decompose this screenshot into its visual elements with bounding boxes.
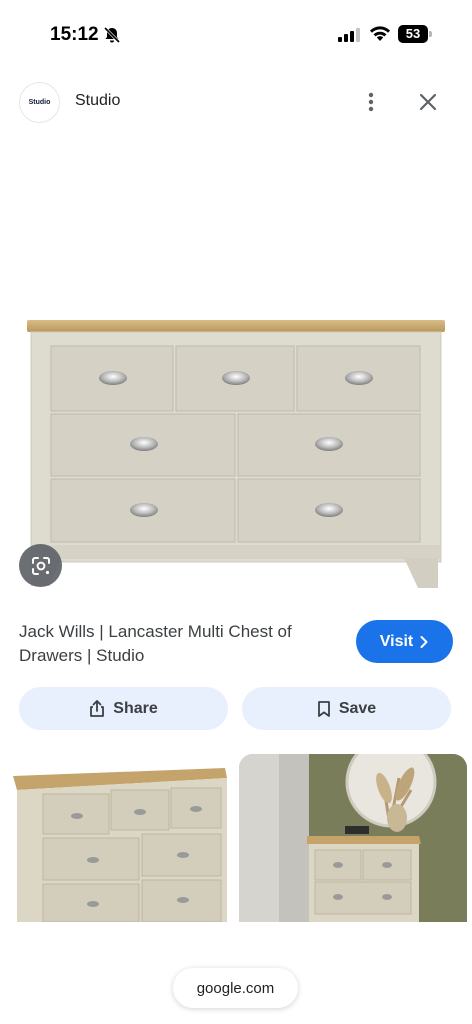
save-label: Save [338,699,377,717]
source-name[interactable]: Studio [75,92,120,110]
visit-label: Visit [379,632,414,650]
visit-button[interactable]: Visit [356,620,453,663]
lens-search-button[interactable] [19,544,62,587]
battery-icon: 53 [398,25,432,43]
share-label: Share [113,699,158,717]
viewer-header: Studio Studio [0,80,472,124]
source-logo-text: Studio [28,99,51,106]
source-logo[interactable]: Studio [19,82,60,123]
related-image-1-picture [13,768,227,922]
product-image[interactable] [0,290,472,610]
close-icon[interactable] [417,91,439,113]
bookmark-icon [317,700,330,717]
related-image-2[interactable] [239,754,467,922]
more-vertical-icon[interactable] [361,90,381,114]
result-title[interactable]: Jack Wills | Lancaster Multi Chest of Dr… [19,620,349,668]
save-button[interactable]: Save [242,687,451,730]
bell-slash-icon [103,26,121,44]
share-button[interactable]: Share [19,687,228,730]
wifi-icon [370,26,390,41]
lens-icon [31,556,50,575]
status-time: 15:12 [50,24,99,45]
chevron-right-icon [420,635,428,648]
status-bar: 15:12 53 [0,0,472,70]
battery-level: 53 [405,26,421,41]
share-icon [90,700,105,717]
signal-icon [338,28,360,42]
related-image-1[interactable] [5,754,233,922]
domain-pill[interactable]: google.com [173,968,298,1008]
related-image-2-picture [239,754,467,922]
